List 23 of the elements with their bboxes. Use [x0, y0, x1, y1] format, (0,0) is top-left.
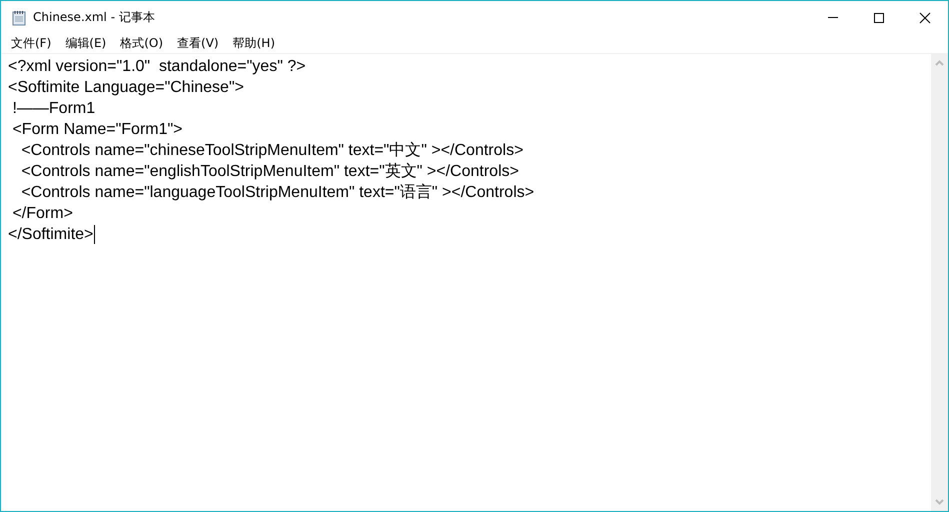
code-line: <Form Name="Form1">	[11, 120, 183, 140]
vertical-scrollbar[interactable]	[931, 54, 948, 511]
maximize-icon	[873, 12, 885, 24]
notepad-icon	[11, 10, 27, 26]
scroll-up-icon[interactable]	[935, 60, 944, 66]
menu-item[interactable]: 帮助(H)	[226, 35, 282, 52]
window-title: Chinese.xml - 记事本	[33, 9, 156, 26]
code-line: </Softimite>	[8, 225, 94, 245]
minimize-icon	[828, 17, 838, 18]
close-icon	[919, 12, 931, 24]
menu-item[interactable]: 格式(O)	[113, 35, 170, 52]
code-line: </Form>	[11, 204, 73, 224]
code-line: <Controls name="languageToolStripMenuItem" text="语言" ></Controls>	[20, 182, 534, 203]
code-line: <Controls name="englishToolStripMenuItem" text="英文" ></Controls>	[20, 162, 519, 182]
text-cursor	[94, 225, 96, 244]
code-line: <Softimite Language="Chinese">	[8, 78, 244, 98]
menu-item[interactable]: 查看(V)	[170, 35, 226, 52]
code-line: !——Form1	[11, 99, 96, 119]
code-line: <?xml version="1.0" standalone="yes" ?>	[8, 57, 306, 77]
code-line: <Controls name="chineseToolStripMenuItem" text="中文" ></Controls>	[20, 140, 524, 161]
scroll-down-icon[interactable]	[935, 499, 944, 505]
menu-item[interactable]: 文件(F)	[4, 35, 58, 52]
menu-item[interactable]: 编辑(E)	[58, 35, 114, 52]
